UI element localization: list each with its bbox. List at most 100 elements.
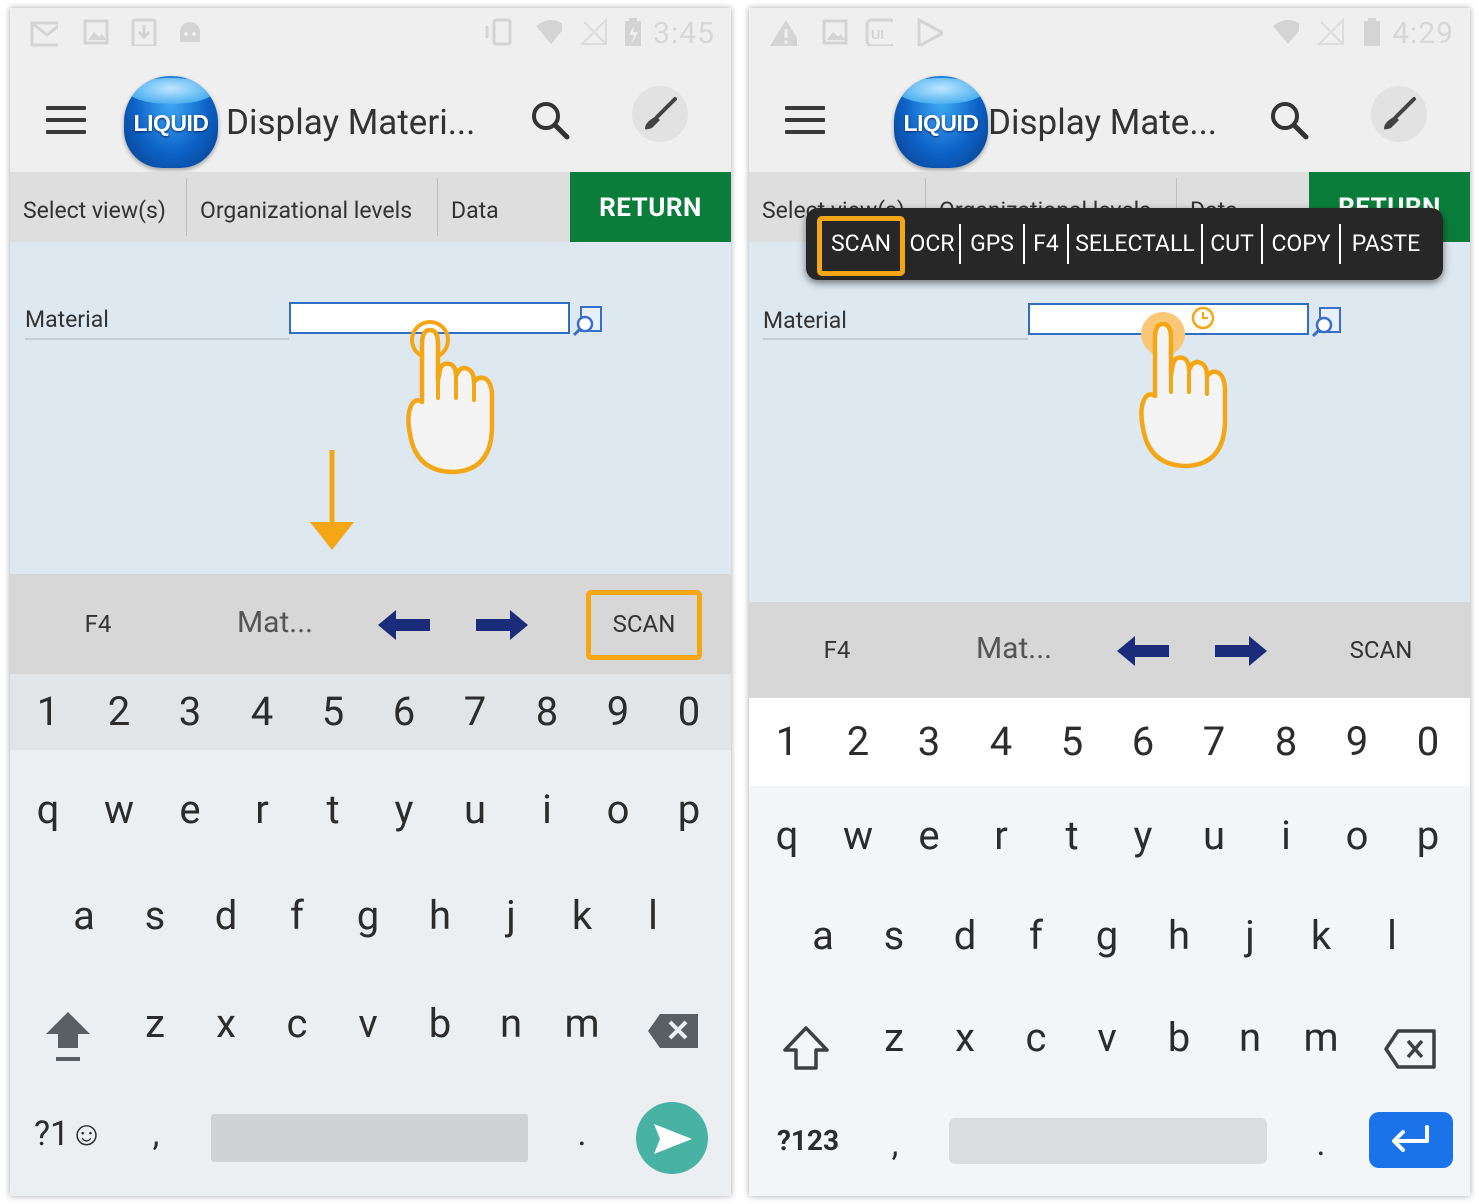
key-e[interactable]: e: [160, 786, 220, 833]
key-4[interactable]: 4: [971, 718, 1031, 765]
key-u[interactable]: u: [445, 786, 505, 833]
key-t[interactable]: t: [303, 786, 363, 833]
key-x[interactable]: x: [935, 1014, 995, 1061]
key-j[interactable]: j: [481, 892, 541, 939]
key-0[interactable]: 0: [659, 688, 719, 735]
key-v[interactable]: v: [338, 1000, 398, 1047]
key-a[interactable]: a: [54, 892, 114, 939]
key-f[interactable]: f: [267, 892, 327, 939]
enter-button[interactable]: [1369, 1112, 1453, 1168]
shift-icon[interactable]: [42, 1008, 94, 1066]
key-w[interactable]: w: [89, 786, 149, 833]
key-s[interactable]: s: [864, 912, 924, 959]
toolbar-scan-button[interactable]: SCAN: [1329, 636, 1433, 664]
symbols-key[interactable]: ?1☺: [24, 1114, 114, 1154]
context-menu-gps[interactable]: GPS: [963, 208, 1021, 280]
toolbar-f4-button[interactable]: F4: [68, 610, 128, 638]
context-menu-f4[interactable]: F4: [1027, 208, 1065, 280]
key-5[interactable]: 5: [303, 688, 363, 735]
key-3[interactable]: 3: [160, 688, 220, 735]
key-4[interactable]: 4: [232, 688, 292, 735]
key-l[interactable]: l: [623, 892, 683, 939]
key-n[interactable]: n: [481, 1000, 541, 1047]
arrow-left-icon[interactable]: [1115, 634, 1171, 668]
key-m[interactable]: m: [552, 1000, 612, 1047]
key-f[interactable]: f: [1006, 912, 1066, 959]
key-2[interactable]: 2: [89, 688, 149, 735]
toolbar-scan-button[interactable]: SCAN: [592, 610, 696, 638]
send-button[interactable]: [636, 1102, 708, 1174]
context-menu-paste[interactable]: PASTE: [1343, 208, 1429, 280]
menu-icon[interactable]: [785, 106, 825, 136]
key-o[interactable]: o: [588, 786, 648, 833]
shift-icon[interactable]: [781, 1024, 831, 1072]
key-b[interactable]: b: [1149, 1014, 1209, 1061]
key-a[interactable]: a: [793, 912, 853, 959]
key-period[interactable]: .: [1301, 1124, 1341, 1164]
key-e[interactable]: e: [899, 812, 959, 859]
key-g[interactable]: g: [1077, 912, 1137, 959]
key-m[interactable]: m: [1291, 1014, 1351, 1061]
key-9[interactable]: 9: [1327, 718, 1387, 765]
key-r[interactable]: r: [971, 812, 1031, 859]
key-d[interactable]: d: [196, 892, 256, 939]
key-8[interactable]: 8: [1256, 718, 1316, 765]
key-s[interactable]: s: [125, 892, 185, 939]
key-p[interactable]: p: [1398, 812, 1458, 859]
search-icon[interactable]: [530, 100, 570, 140]
context-menu-cut[interactable]: CUT: [1205, 208, 1259, 280]
key-3[interactable]: 3: [899, 718, 959, 765]
key-r[interactable]: r: [232, 786, 292, 833]
key-x[interactable]: x: [196, 1000, 256, 1047]
key-y[interactable]: y: [1113, 812, 1173, 859]
key-g[interactable]: g: [338, 892, 398, 939]
key-comma[interactable]: ,: [875, 1124, 915, 1164]
key-o[interactable]: o: [1327, 812, 1387, 859]
key-period[interactable]: .: [562, 1114, 602, 1154]
key-h[interactable]: h: [410, 892, 470, 939]
key-c[interactable]: c: [267, 1000, 327, 1047]
menu-icon[interactable]: [46, 106, 86, 136]
arrow-right-icon[interactable]: [474, 608, 530, 642]
key-2[interactable]: 2: [828, 718, 888, 765]
key-i[interactable]: i: [1256, 812, 1316, 859]
backspace-icon[interactable]: [646, 1012, 700, 1050]
key-j[interactable]: j: [1220, 912, 1280, 959]
key-8[interactable]: 8: [517, 688, 577, 735]
key-z[interactable]: z: [864, 1014, 924, 1061]
key-7[interactable]: 7: [445, 688, 505, 735]
key-6[interactable]: 6: [1113, 718, 1173, 765]
key-q[interactable]: q: [18, 786, 78, 833]
context-menu-copy[interactable]: COPY: [1265, 208, 1337, 280]
arrow-right-icon[interactable]: [1213, 634, 1269, 668]
key-5[interactable]: 5: [1042, 718, 1102, 765]
key-z[interactable]: z: [125, 1000, 185, 1047]
key-1[interactable]: 1: [757, 718, 817, 765]
key-7[interactable]: 7: [1184, 718, 1244, 765]
key-1[interactable]: 1: [18, 688, 78, 735]
key-q[interactable]: q: [757, 812, 817, 859]
space-bar[interactable]: [949, 1118, 1267, 1164]
tab-data[interactable]: Data: [451, 172, 499, 242]
tab-organizational-levels[interactable]: Organizational levels: [200, 172, 412, 242]
backspace-icon[interactable]: [1383, 1028, 1437, 1070]
key-y[interactable]: y: [374, 786, 434, 833]
key-c[interactable]: c: [1006, 1014, 1066, 1061]
key-p[interactable]: p: [659, 786, 719, 833]
toolbar-f4-button[interactable]: F4: [807, 636, 867, 664]
f4-help-icon[interactable]: [571, 304, 605, 338]
key-0[interactable]: 0: [1398, 718, 1458, 765]
search-icon[interactable]: [1269, 100, 1309, 140]
key-v[interactable]: v: [1077, 1014, 1137, 1061]
key-d[interactable]: d: [935, 912, 995, 959]
key-h[interactable]: h: [1149, 912, 1209, 959]
key-n[interactable]: n: [1220, 1014, 1280, 1061]
key-k[interactable]: k: [552, 892, 612, 939]
key-i[interactable]: i: [517, 786, 577, 833]
key-6[interactable]: 6: [374, 688, 434, 735]
arrow-left-icon[interactable]: [376, 608, 432, 642]
key-l[interactable]: l: [1362, 912, 1422, 959]
key-u[interactable]: u: [1184, 812, 1244, 859]
key-k[interactable]: k: [1291, 912, 1351, 959]
key-w[interactable]: w: [828, 812, 888, 859]
